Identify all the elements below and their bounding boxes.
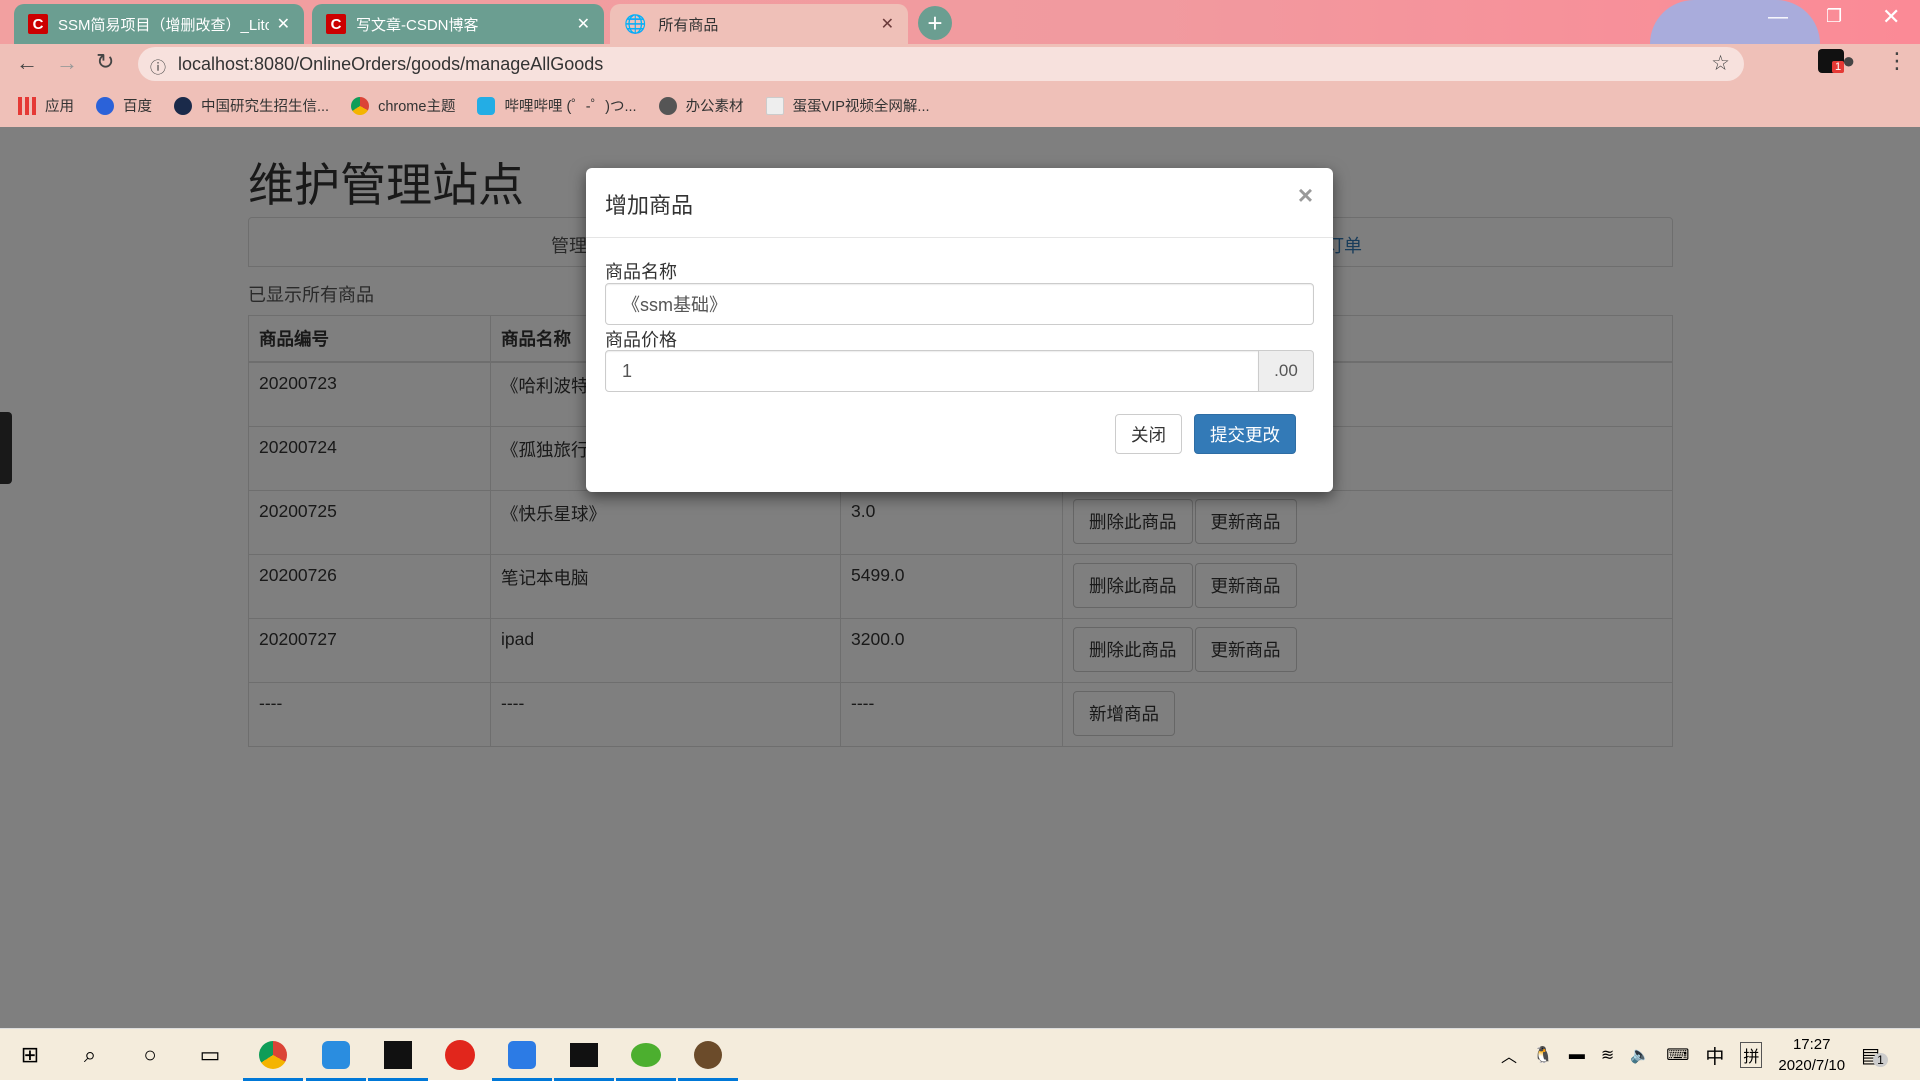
modal-header: 增加商品 ×	[586, 168, 1333, 238]
qq-icon[interactable]: 🐧	[1533, 1045, 1553, 1065]
time: 17:27	[1792, 1036, 1831, 1053]
bookmark-chrome-theme[interactable]: chrome主题	[351, 95, 455, 116]
reload-button[interactable]: ↻	[96, 49, 114, 75]
tab-title: SSM简易项目（增删改查）_Lito	[58, 16, 269, 34]
bookmark-office[interactable]: 办公素材	[658, 95, 744, 116]
system-tray: ︿ 🐧 ▬ ≋ 🔈 ⌨ 中 拼 17:27 2020/7/10 ▤ 1	[1501, 1029, 1888, 1081]
bookmark-label: 百度	[123, 99, 152, 115]
cortana-icon[interactable]: ○	[132, 1037, 168, 1073]
profile-icon[interactable]: ●	[1842, 48, 1855, 74]
keyboard-icon[interactable]: ⌨	[1666, 1045, 1689, 1065]
price-value: 1	[622, 360, 633, 381]
date: 2020/7/10	[1778, 1057, 1846, 1074]
green-app-icon[interactable]	[616, 1037, 676, 1081]
close-tab-icon[interactable]: ✕	[277, 14, 290, 34]
name-input[interactable]: 《ssm基础》	[605, 283, 1314, 325]
close-tab-icon[interactable]: ✕	[881, 14, 894, 34]
bookmark-label: chrome主题	[378, 99, 456, 115]
graduation-cap-icon	[174, 96, 192, 115]
terminal-icon[interactable]	[554, 1037, 614, 1081]
forward-button[interactable]: →	[56, 50, 78, 76]
tab-title: 所有商品	[658, 16, 719, 34]
theme-cloud-decoration	[1650, 0, 1820, 44]
back-button[interactable]: ←	[16, 50, 38, 76]
bookmark-apps[interactable]: 应用	[18, 95, 74, 116]
ime-mode[interactable]: 中	[1705, 1042, 1724, 1069]
price-label: 商品价格	[605, 330, 677, 350]
url-text: localhost:8080/OnlineOrders/goods/manage…	[178, 53, 604, 74]
csdn-icon: C	[28, 14, 48, 34]
baidu-icon	[96, 96, 114, 115]
bookmark-label: 哔哩哔哩 (゜-゜)つ...	[504, 99, 637, 115]
name-label: 商品名称	[605, 262, 677, 282]
windows-start-icon[interactable]: ⊞	[12, 1037, 48, 1073]
modal-title: 增加商品	[605, 193, 694, 218]
new-tab-button[interactable]: +	[918, 6, 952, 40]
wifi-icon[interactable]: ≋	[1601, 1045, 1614, 1065]
globe-icon: 🌐	[624, 13, 647, 34]
address-bar[interactable]: ⓘ localhost:8080/OnlineOrders/goods/mana…	[138, 47, 1744, 81]
close-tab-icon[interactable]: ✕	[577, 14, 590, 34]
tab-all-goods[interactable]: 🌐 所有商品 ✕	[610, 4, 908, 44]
restore-button[interactable]: ❐	[1826, 6, 1842, 27]
menu-icon[interactable]: ⋮	[1886, 48, 1908, 74]
chevron-up-icon[interactable]: ︿	[1501, 1043, 1517, 1067]
chrome-taskbar-icon[interactable]	[243, 1037, 303, 1081]
submit-button[interactable]: 提交更改	[1194, 414, 1296, 454]
intellij-icon[interactable]	[368, 1037, 428, 1081]
bilibili-icon	[477, 96, 496, 115]
globe-icon	[658, 96, 677, 115]
ime-name[interactable]: 拼	[1740, 1042, 1763, 1068]
taskbar: ⊞ ⌕ ○ ▭ ︿ 🐧 ▬ ≋ 🔈 ⌨ 中 拼 17:27 2020/7/10 ▤…	[0, 1028, 1920, 1081]
bookmark-video[interactable]: 蛋蛋VIP视频全网解...	[765, 95, 930, 116]
volume-icon[interactable]: 🔈	[1630, 1045, 1650, 1065]
app-badge-icon[interactable]	[678, 1037, 738, 1081]
bookmark-label: 蛋蛋VIP视频全网解...	[792, 99, 930, 115]
minimize-button[interactable]: —	[1768, 6, 1788, 29]
close-button[interactable]: 关闭	[1115, 414, 1182, 454]
bookmark-star-icon[interactable]: ☆	[1711, 51, 1730, 76]
tab-csdn-write[interactable]: C 写文章-CSDN博客 ✕	[312, 4, 604, 44]
bookmark-bilibili[interactable]: 哔哩哔哩 (゜-゜)つ...	[477, 95, 637, 116]
price-input[interactable]: 1	[605, 350, 1259, 392]
bookmark-yanzhao[interactable]: 中国研究生招生信...	[174, 95, 329, 116]
close-window-button[interactable]: ✕	[1882, 4, 1900, 30]
chrome-icon	[351, 96, 370, 115]
search-icon[interactable]: ⌕	[72, 1037, 108, 1073]
notification-icon[interactable]: ▤ 1	[1861, 1043, 1888, 1068]
csdn-icon: C	[326, 14, 346, 34]
wps-icon[interactable]	[492, 1037, 552, 1081]
bookmarks-bar: 应用 百度 中国研究生招生信... chrome主题 哔哩哔哩 (゜-゜)つ..…	[0, 84, 1920, 127]
add-goods-modal: 增加商品 × 商品名称 《ssm基础》 商品价格 1 .00 关闭 提交更改	[586, 168, 1333, 492]
price-suffix-addon: .00	[1258, 350, 1314, 392]
netease-music-icon[interactable]	[442, 1037, 478, 1073]
info-icon[interactable]: ⓘ	[150, 54, 166, 78]
extension-icon[interactable]: 1	[1818, 49, 1845, 73]
bookmark-label: 办公素材	[685, 99, 744, 115]
bookmark-label: 中国研究生招生信...	[201, 99, 330, 115]
clock[interactable]: 17:27 2020/7/10	[1778, 1034, 1845, 1076]
notification-count: 1	[1873, 1052, 1888, 1067]
tab-strip: C SSM简易项目（增删改查）_Lito ✕ C 写文章-CSDN博客 ✕ 🌐 …	[0, 0, 1920, 44]
browser-app-icon[interactable]	[306, 1037, 366, 1081]
close-icon[interactable]: ×	[1298, 180, 1313, 211]
name-value: 《ssm基础》	[622, 295, 727, 315]
bookmark-baidu[interactable]: 百度	[96, 95, 152, 116]
bookmark-label: 应用	[45, 99, 74, 115]
apps-grid-icon	[18, 96, 36, 115]
battery-icon[interactable]: ▬	[1569, 1046, 1585, 1064]
tab-ssm-project[interactable]: C SSM简易项目（增删改查）_Lito ✕	[14, 4, 304, 44]
task-view-icon[interactable]: ▭	[192, 1037, 228, 1073]
tab-title: 写文章-CSDN博客	[356, 16, 479, 34]
video-icon	[765, 96, 784, 115]
